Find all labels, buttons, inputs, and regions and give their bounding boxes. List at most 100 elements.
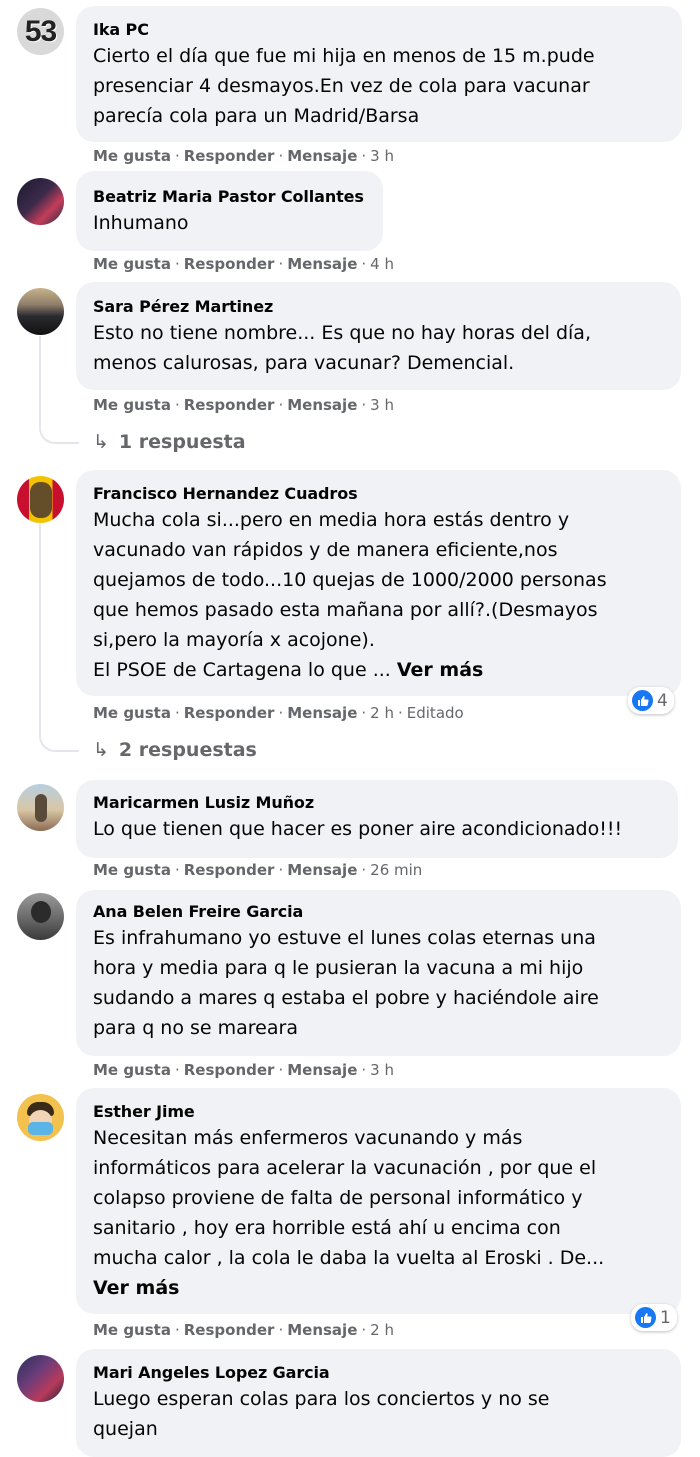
comment-text: Luego esperan colas para los conciertos … [93,1388,550,1440]
message-button[interactable]: Mensaje [287,147,357,165]
separator: · [174,396,180,414]
reaction-count-badge[interactable]: 1 [631,1304,677,1331]
timestamp[interactable]: 3 h [370,147,394,165]
like-reaction-icon [635,1307,656,1328]
reaction-count: 1 [660,1307,671,1328]
comment-bubble: Ana Belen Freire Garcia Es infrahumano y… [76,890,681,1056]
view-replies-link[interactable]: ↳ 1 respuesta [93,430,246,454]
comment-author[interactable]: Maricarmen Lusiz Muñoz [93,793,660,813]
timestamp[interactable]: 4 h [370,255,394,273]
comment-bubble: Esther Jime Necesitan más enfermeros vac… [76,1088,681,1314]
separator: · [361,1061,367,1079]
avatar[interactable] [17,288,64,335]
reply-button[interactable]: Responder [184,704,275,722]
like-button[interactable]: Me gusta [93,861,171,879]
reply-button[interactable]: Responder [184,255,275,273]
separator: · [361,147,367,165]
reply-button[interactable]: Responder [184,147,275,165]
comment-actions: Me gusta · Responder · Mensaje · 2 h · Editado [93,703,464,723]
message-button[interactable]: Mensaje [287,255,357,273]
timestamp[interactable]: 3 h [370,396,394,414]
like-button[interactable]: Me gusta [93,1321,171,1339]
timestamp[interactable]: 2 h [370,1321,394,1339]
timestamp[interactable]: 2 h [370,704,394,722]
reply-button[interactable]: Responder [184,861,275,879]
reaction-count: 4 [657,690,668,711]
comment-actions: Me gusta · Responder · Mensaje · 4 h [93,254,394,274]
comment-actions: Me gusta · Responder · Mensaje · 3 h [93,1060,394,1080]
comment-text: Cierto el día que fue mi hija en menos d… [93,45,595,127]
thread-connector [39,728,79,752]
separator: · [174,147,180,165]
like-button[interactable]: Me gusta [93,704,171,722]
reply-button[interactable]: Responder [184,396,275,414]
comment-text: Inhumano [93,212,189,234]
avatar[interactable] [17,178,64,225]
comment-text: Esto no tiene nombre... Es que no hay ho… [93,322,591,374]
message-button[interactable]: Mensaje [287,1321,357,1339]
avatar[interactable] [17,1355,64,1402]
separator: · [361,396,367,414]
separator: · [174,704,180,722]
separator: · [278,1321,284,1339]
separator: · [278,255,284,273]
like-button[interactable]: Me gusta [93,255,171,273]
see-more-link[interactable]: Ver más [397,659,483,681]
thread-connector [39,420,79,444]
separator: · [278,147,284,165]
separator: · [174,1061,180,1079]
comment-text: Mucha cola si...pero en media hora estás… [93,505,663,685]
reply-button[interactable]: Responder [184,1061,275,1079]
separator: · [361,861,367,879]
avatar[interactable] [17,893,64,940]
avatar[interactable] [17,784,64,831]
separator: · [361,255,367,273]
separator: · [174,1321,180,1339]
message-button[interactable]: Mensaje [287,1061,357,1079]
comment-text-body: Mucha cola si...pero en media hora estás… [93,509,607,681]
avatar[interactable] [17,1094,64,1141]
separator: · [174,255,180,273]
reply-button[interactable]: Responder [184,1321,275,1339]
comment-author[interactable]: Ika PC [93,20,664,40]
reply-arrow-icon: ↳ [93,431,109,453]
separator: · [361,704,367,722]
comment-bubble: Maricarmen Lusiz Muñoz Lo que tienen que… [76,780,678,858]
timestamp[interactable]: 26 min [370,861,422,879]
comment-bubble: Mari Angeles Lopez Garcia Luego esperan … [76,1349,681,1457]
reply-arrow-icon: ↳ [93,739,109,761]
see-more-link[interactable]: Ver más [93,1277,179,1299]
message-button[interactable]: Mensaje [287,396,357,414]
separator: · [361,1321,367,1339]
comment-author[interactable]: Ana Belen Freire Garcia [93,902,663,922]
avatar-number: 53 [24,14,57,48]
comment-text: Es infrahumano yo estuve el lunes colas … [93,927,599,1039]
comment-bubble: Francisco Hernandez Cuadros Mucha cola s… [76,470,681,696]
comment-author[interactable]: Esther Jime [93,1102,663,1122]
reaction-count-badge[interactable]: 4 [628,687,674,714]
separator: · [397,704,403,722]
avatar[interactable]: 53 [17,8,64,55]
comment-actions: Me gusta · Responder · Mensaje · 3 h [93,146,394,166]
replies-count: 2 respuestas [118,739,257,761]
like-reaction-icon [632,690,653,711]
comment-bubble: Ika PC Cierto el día que fue mi hija en … [76,6,682,142]
separator: · [278,396,284,414]
thread-line [39,524,41,729]
comment-author[interactable]: Francisco Hernandez Cuadros [93,484,663,504]
avatar[interactable] [17,476,64,523]
timestamp[interactable]: 3 h [370,1061,394,1079]
comment-author[interactable]: Mari Angeles Lopez Garcia [93,1363,663,1383]
comment-text-body: Necesitan más enfermeros vacunando y más… [93,1127,605,1269]
message-button[interactable]: Mensaje [287,704,357,722]
like-button[interactable]: Me gusta [93,147,171,165]
comment-author[interactable]: Beatriz Maria Pastor Collantes [93,187,365,207]
comment-author[interactable]: Sara Pérez Martinez [93,297,663,317]
like-button[interactable]: Me gusta [93,1061,171,1079]
view-replies-link[interactable]: ↳ 2 respuestas [93,738,257,762]
message-button[interactable]: Mensaje [287,861,357,879]
like-button[interactable]: Me gusta [93,396,171,414]
comment-actions: Me gusta · Responder · Mensaje · 2 h [93,1320,394,1340]
comment-bubble: Sara Pérez Martinez Esto no tiene nombre… [76,282,681,390]
comment-actions: Me gusta · Responder · Mensaje · 26 min [93,860,422,880]
